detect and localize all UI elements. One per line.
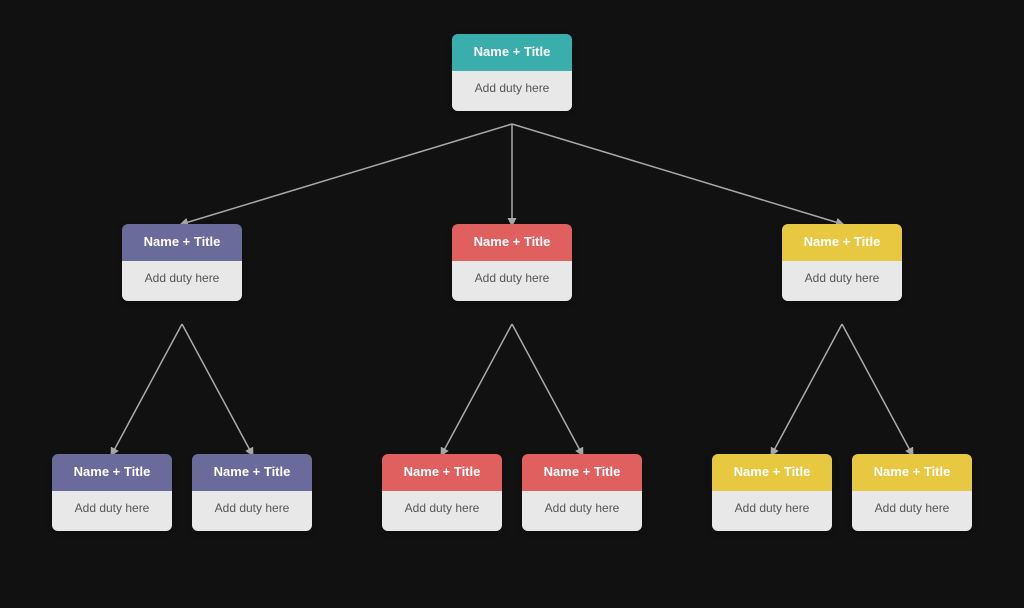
- node-bot-cr-header: Name + Title: [522, 454, 642, 491]
- node-mid-center[interactable]: Name + Title Add duty here: [452, 224, 572, 301]
- node-bot-lr-header: Name + Title: [192, 454, 312, 491]
- node-bot-rr-body: Add duty here: [852, 491, 972, 531]
- node-mid-center-body: Add duty here: [452, 261, 572, 301]
- node-root-header: Name + Title: [452, 34, 572, 71]
- node-root-body: Add duty here: [452, 71, 572, 111]
- node-bot-rl-header: Name + Title: [712, 454, 832, 491]
- node-bot-cl-header: Name + Title: [382, 454, 502, 491]
- node-mid-left[interactable]: Name + Title Add duty here: [122, 224, 242, 301]
- node-bot-rr[interactable]: Name + Title Add duty here: [852, 454, 972, 531]
- node-bot-ll-body: Add duty here: [52, 491, 172, 531]
- node-bot-cr-body: Add duty here: [522, 491, 642, 531]
- node-bot-lr[interactable]: Name + Title Add duty here: [192, 454, 312, 531]
- node-bot-lr-body: Add duty here: [192, 491, 312, 531]
- node-bot-rl[interactable]: Name + Title Add duty here: [712, 454, 832, 531]
- node-bot-rl-body: Add duty here: [712, 491, 832, 531]
- node-bot-rr-header: Name + Title: [852, 454, 972, 491]
- node-mid-right-body: Add duty here: [782, 261, 902, 301]
- node-bot-ll[interactable]: Name + Title Add duty here: [52, 454, 172, 531]
- node-bot-cl-body: Add duty here: [382, 491, 502, 531]
- node-mid-left-header: Name + Title: [122, 224, 242, 261]
- node-bot-ll-header: Name + Title: [52, 454, 172, 491]
- node-mid-center-header: Name + Title: [452, 224, 572, 261]
- node-bot-cr[interactable]: Name + Title Add duty here: [522, 454, 642, 531]
- node-mid-right[interactable]: Name + Title Add duty here: [782, 224, 902, 301]
- node-root[interactable]: Name + Title Add duty here: [452, 34, 572, 111]
- node-bot-cl[interactable]: Name + Title Add duty here: [382, 454, 502, 531]
- node-mid-left-body: Add duty here: [122, 261, 242, 301]
- node-mid-right-header: Name + Title: [782, 224, 902, 261]
- org-chart: Name + Title Add duty here Name + Title …: [32, 14, 992, 594]
